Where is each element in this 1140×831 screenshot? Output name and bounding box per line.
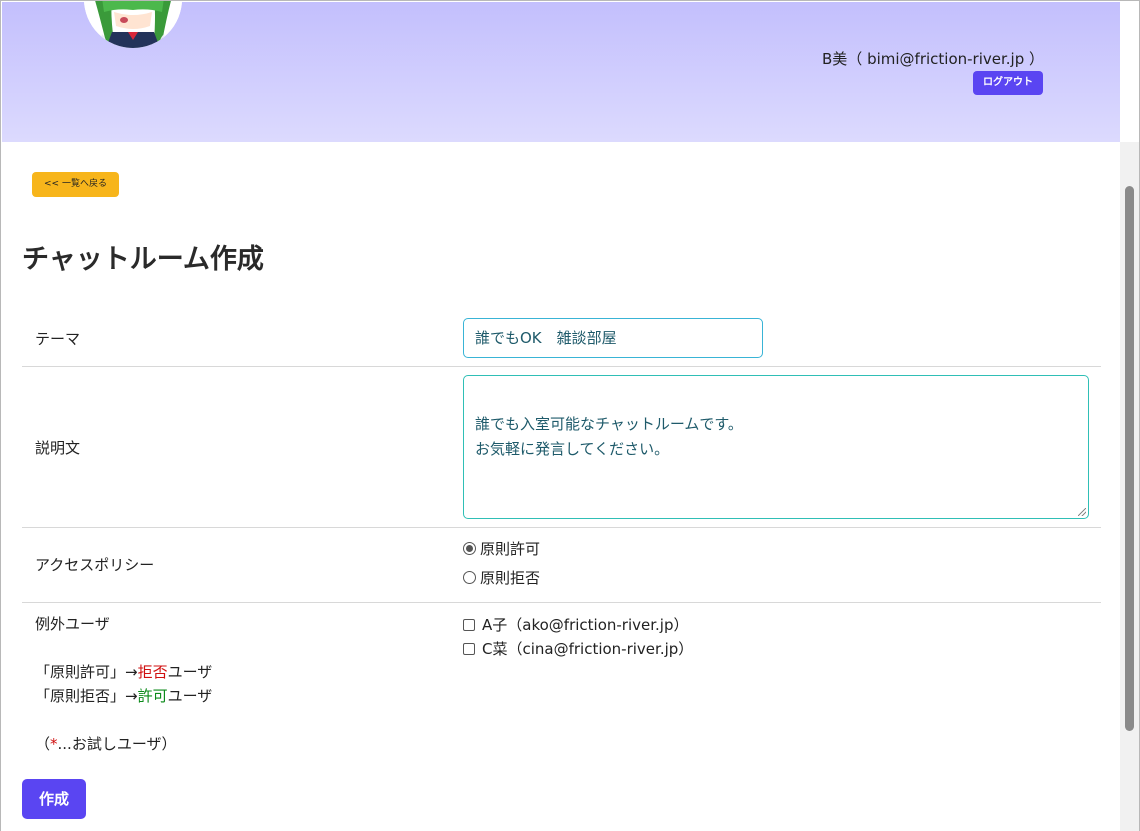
create-button[interactable]: 作成 <box>22 779 86 819</box>
radio-checked-icon[interactable] <box>463 542 476 555</box>
user-name: B美 <box>822 50 848 68</box>
theme-input[interactable]: 誰でもOK 雑談部屋 <box>463 318 763 358</box>
user-email: bimi@friction-river.jp <box>867 50 1025 68</box>
exception-user-label: C菜（cina@friction-river.jp） <box>482 640 694 658</box>
description-text: 誰でも入室可能なチャットルームです。 お気軽に発言してください。 <box>475 415 743 458</box>
exception-user-item[interactable]: C菜（cina@friction-river.jp） <box>463 638 693 659</box>
exception-note-allow: 「原則許可」→拒否ユーザ <box>35 663 213 681</box>
user-info: B美（ bimi@friction-river.jp ） <box>822 50 1045 68</box>
exception-note-deny: 「原則拒否」→許可ユーザ <box>35 687 213 705</box>
logout-button[interactable]: ログアウト <box>973 71 1043 95</box>
description-textarea[interactable]: 誰でも入室可能なチャットルームです。 お気軽に発言してください。 <box>463 375 1089 519</box>
checkbox-icon[interactable] <box>463 642 475 655</box>
checkbox-icon[interactable] <box>463 618 475 631</box>
policy-option-label: 原則許可 <box>480 540 541 558</box>
theme-label: テーマ <box>35 330 81 348</box>
page-title: チャットルーム作成 <box>22 244 264 275</box>
browser-viewport: B美（ bimi@friction-river.jp ） ログアウト << 一覧… <box>0 0 1140 831</box>
radio-unchecked-icon[interactable] <box>463 571 476 584</box>
user-avatar <box>84 1 182 48</box>
policy-option-label: 原則拒否 <box>480 569 541 587</box>
policy-option-allow[interactable]: 原則許可 <box>463 538 540 559</box>
policy-option-deny[interactable]: 原則拒否 <box>463 567 540 588</box>
deny-highlight: 拒否 <box>137 663 168 681</box>
row-divider <box>22 527 1101 528</box>
access-policy-label: アクセスポリシー <box>35 556 155 574</box>
resize-handle-icon[interactable] <box>1078 508 1086 516</box>
avatar-illustration-icon <box>84 1 182 48</box>
exception-user-item[interactable]: A子（ako@friction-river.jp） <box>463 614 688 635</box>
row-divider <box>22 366 1101 367</box>
row-divider <box>22 602 1101 603</box>
trial-star-marker: * <box>50 735 58 753</box>
exception-user-label: A子（ako@friction-river.jp） <box>482 616 689 634</box>
scrollbar-thumb[interactable] <box>1125 186 1134 731</box>
allow-highlight: 許可 <box>137 687 168 705</box>
exception-users-label: 例外ユーザ <box>35 615 110 633</box>
trial-user-note: （*...お試しユーザ） <box>35 735 177 753</box>
description-label: 説明文 <box>35 439 81 457</box>
page-header: B美（ bimi@friction-river.jp ） ログアウト <box>2 1 1120 142</box>
back-to-list-button[interactable]: << 一覧へ戻る <box>32 172 119 197</box>
